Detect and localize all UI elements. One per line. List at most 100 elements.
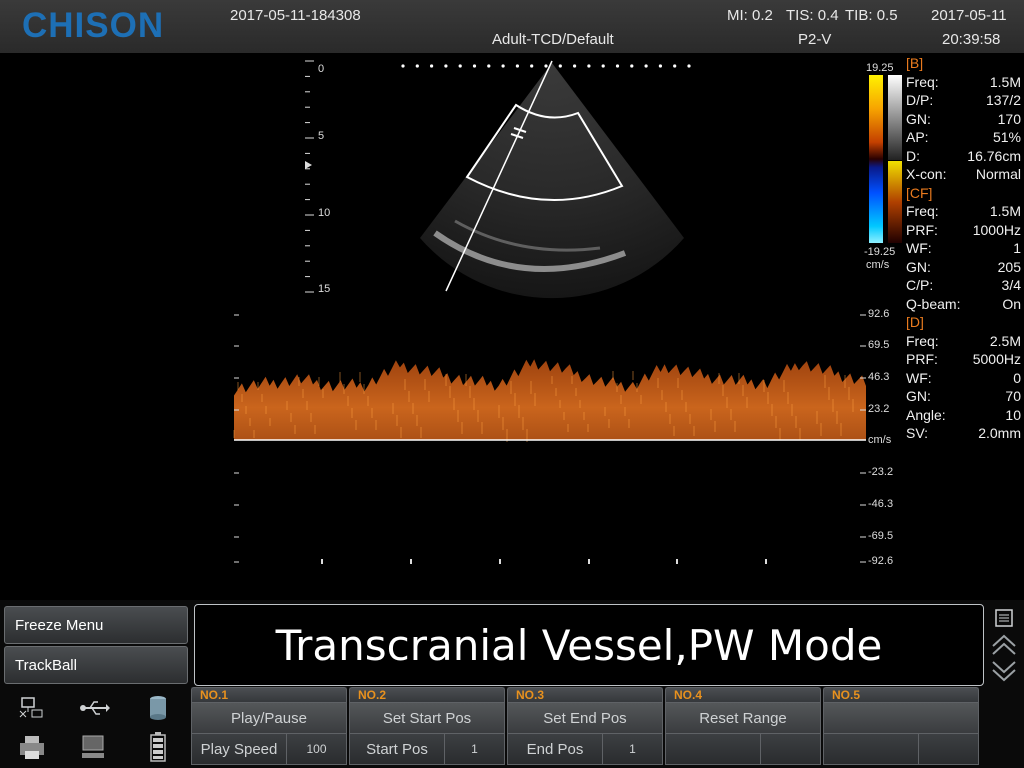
page-up-icon[interactable] [990,632,1018,658]
mi-index: MI: 0.2 [727,7,773,24]
velocity-scale-label: 46.3 [868,371,890,383]
param-label: D/P: [906,92,934,108]
focus-dot [430,64,434,68]
param-row-d: GN: 70 [906,388,1021,407]
section-d-title: [D] [906,314,924,330]
page-down-icon[interactable] [990,658,1018,684]
trackball-button[interactable]: TrackBall [4,646,188,684]
param-value: 5000Hz [972,351,1021,367]
focus-dot [458,64,462,68]
knob-action-button[interactable]: Play/Pause [191,703,347,734]
param-label: GN: [906,388,931,404]
param-row-d: WF: 0 [906,370,1021,389]
focus-marker-icon[interactable] [305,161,312,169]
mi-value: 0.2 [752,7,773,24]
knob-adjust[interactable]: End Pos 1 [507,734,663,765]
param-label: GN: [906,258,931,275]
header-date: 2017-05-11 [931,7,1007,24]
param-label: C/P: [906,277,934,293]
exam-id: 2017-05-11-184308 [230,7,361,24]
knob-3: NO.3 Set End Pos End Pos 1 [507,687,663,765]
parameter-panel: [B] Freq: 1.5M D/P: 137/2 GN: 170 AP: 51% D: 16.7… [906,55,1021,444]
depth-label-5: 5 [318,130,325,142]
velocity-scale-label: 23.2 [868,403,890,415]
param-label: Q-beam: [906,295,961,312]
param-row-cf: PRF: 1000Hz [906,222,1021,241]
param-row-d: SV: 2.0mm [906,425,1021,444]
focus-dot [658,64,663,68]
velocity-scale-label: 69.5 [868,339,890,351]
header-time: 20:39:58 [942,31,1001,48]
velocity-scale-label: 92.6 [868,308,890,320]
focus-dot [573,64,577,68]
param-value: 2.0mm [978,425,1021,441]
param-row-cf: Freq: 1.5M [906,203,1021,222]
focus-dot [687,64,691,68]
storage-icon [146,694,170,722]
param-label: SV: [906,425,929,441]
focus-dot [515,64,520,68]
param-label: WF: [906,369,932,386]
focus-dot [444,64,448,68]
depth-label-10: 10 [318,207,331,219]
param-value: 1.5M [989,203,1021,219]
focus-dot-row [401,64,691,68]
param-value: 16.76cm [967,147,1021,164]
param-value: 1000Hz [972,221,1021,238]
param-value: On [1002,295,1021,312]
velocity-scale-label: -23.2 [868,466,894,478]
focus-dot [558,64,562,68]
knob-action-button[interactable] [823,703,979,734]
usb-icon [78,696,110,720]
param-value: 3/4 [1001,277,1021,293]
param-value: 1 [1013,240,1021,256]
param-value: 1.5M [989,73,1021,90]
tib-index: TIB: 0.5 [845,7,898,24]
focus-dot [544,64,548,68]
param-label: X-con: [906,166,947,182]
knob-value: 100 [306,742,327,756]
mode-banner: Transcranial Vessel,PW Mode [194,604,984,686]
param-value: 51% [992,129,1021,145]
focus-dot [630,64,634,68]
page-menu-icon[interactable] [992,606,1016,630]
param-row-d: Angle: 10 [906,407,1021,426]
knob-value: 1 [629,742,636,756]
knob-adjust[interactable]: Start Pos 1 [349,734,505,765]
knob-label: Play Speed [192,734,287,764]
knob-adjust[interactable] [823,734,979,765]
knob-action-button[interactable]: Reset Range [665,703,821,734]
knob-action-button[interactable]: Set End Pos [507,703,663,734]
bmode-image[interactable] [0,53,860,313]
param-label: Freq: [906,73,939,90]
focus-dot [472,64,477,68]
spectrum-map-bar [888,161,902,243]
freeze-menu-button[interactable]: Freeze Menu [4,606,188,644]
knob-value: 1 [471,742,478,756]
param-label: WF: [906,240,932,256]
param-value: 70 [1005,388,1021,404]
velocity-scale-label: -92.6 [868,555,894,567]
tis-label: TIS: [786,7,814,24]
probe-name: P2-V [798,31,832,48]
knob-adjust[interactable]: Play Speed 100 [191,734,347,765]
colorbar-bottom-value: -19.25 [864,246,896,258]
param-value: 205 [997,258,1021,275]
knob-number: NO.3 [507,687,663,703]
focus-dot [615,64,620,68]
header-bar: CHISON 2017-05-11-184308 Adult-TCD/Defau… [0,0,1024,53]
network-icon [18,696,44,720]
depth-scale [305,60,314,293]
knob-adjust[interactable] [665,734,821,765]
depth-label-0: 0 [318,63,325,75]
param-label: PRF: [906,351,938,367]
focus-dot [501,64,505,68]
tis-value: 0.4 [817,7,839,24]
param-row-d: PRF: 5000Hz [906,351,1021,370]
doppler-spectrum[interactable] [230,305,870,575]
knob-action-button[interactable]: Set Start Pos [349,703,505,734]
velocity-scale-label: -46.3 [868,498,894,510]
param-label: Freq: [906,203,939,219]
colorbar-top-value: 19.25 [866,62,894,74]
knob-label: End Pos [508,734,603,764]
